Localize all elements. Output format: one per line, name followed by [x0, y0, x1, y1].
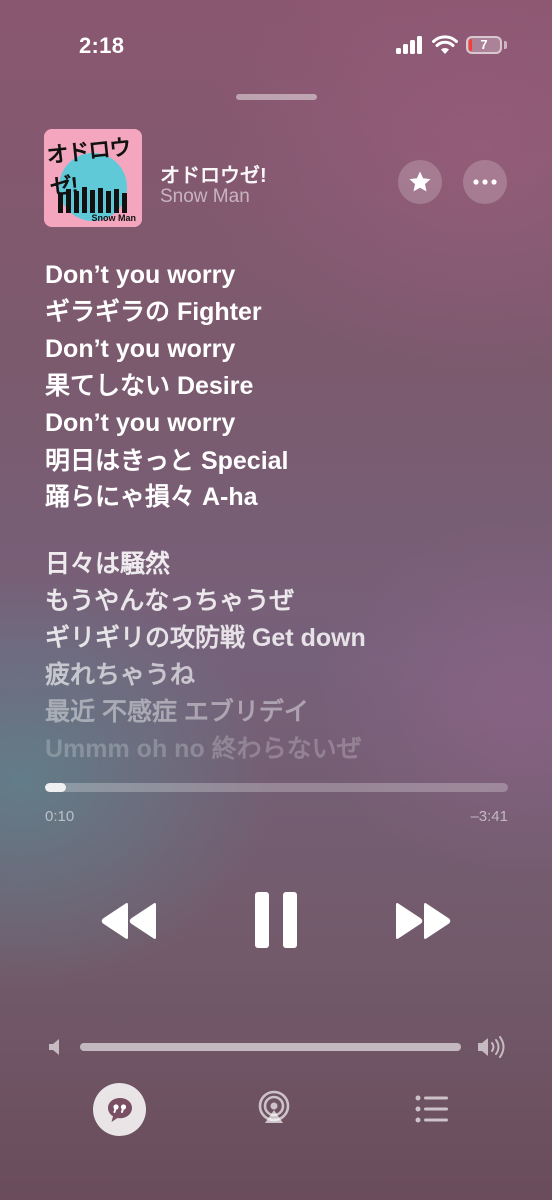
- battery-cap: [504, 41, 507, 49]
- remaining-time: –3:41: [470, 808, 508, 825]
- sheet-grabber[interactable]: [236, 94, 317, 100]
- playback-progress-fill: [45, 783, 66, 792]
- song-artist[interactable]: Snow Man: [160, 186, 250, 208]
- fast-forward-icon[interactable]: [394, 902, 452, 940]
- lyric-line[interactable]: もうやんなっちゃうぜ: [45, 586, 294, 616]
- lyric-line[interactable]: Ummm oh no 終わらないぜ: [45, 734, 362, 764]
- lyric-line[interactable]: 最近 不感症 エブリデイ: [45, 697, 309, 727]
- battery-percent: 7: [480, 37, 488, 52]
- elapsed-time: 0:10: [45, 808, 75, 825]
- lyrics-quote-icon: [107, 1097, 132, 1122]
- lyric-line[interactable]: Don’t you worry: [45, 260, 235, 290]
- pause-icon[interactable]: [253, 892, 299, 948]
- lyric-line[interactable]: 日々は騒然: [45, 549, 170, 579]
- star-icon: [409, 171, 431, 192]
- ellipsis-icon: [473, 179, 497, 185]
- song-title[interactable]: オドロウゼ!: [160, 159, 267, 188]
- more-options-button[interactable]: [463, 160, 507, 204]
- lyric-line[interactable]: Don’t you worry: [45, 334, 235, 364]
- lyric-line[interactable]: ギラギラの Fighter: [45, 297, 262, 327]
- rewind-icon[interactable]: [100, 902, 158, 940]
- lyric-line[interactable]: 疲れちゃうね: [45, 660, 195, 690]
- volume-low-icon: [49, 1039, 59, 1055]
- lyric-line[interactable]: 果てしない Desire: [45, 371, 253, 401]
- status-time: 2:18: [79, 33, 125, 58]
- favorite-button[interactable]: [398, 160, 442, 204]
- queue-list-icon[interactable]: [414, 1093, 450, 1125]
- artwork-title: オドロウゼ!: [45, 134, 132, 200]
- volume-fill: [80, 1043, 461, 1051]
- playback-scrubber[interactable]: [45, 783, 508, 792]
- airplay-icon[interactable]: [256, 1090, 292, 1126]
- wifi-icon: [432, 35, 458, 54]
- lyric-line[interactable]: Don’t you worry: [45, 408, 235, 438]
- volume-high-icon: [478, 1036, 505, 1058]
- cellular-signal-icon: [396, 36, 424, 54]
- lyric-line[interactable]: 踊らにゃ損々 A-ha: [45, 482, 258, 512]
- album-artwork[interactable]: オドロウゼ! Snow Man: [44, 129, 142, 227]
- battery-icon: 7: [466, 36, 502, 54]
- volume-slider[interactable]: [80, 1043, 461, 1051]
- lyric-line[interactable]: ギリギリの攻防戦 Get down: [45, 623, 366, 653]
- artwork-band: Snow Man: [91, 213, 137, 223]
- lyrics-button[interactable]: [93, 1083, 146, 1136]
- lyric-line[interactable]: 明日はきっと Special: [45, 446, 289, 476]
